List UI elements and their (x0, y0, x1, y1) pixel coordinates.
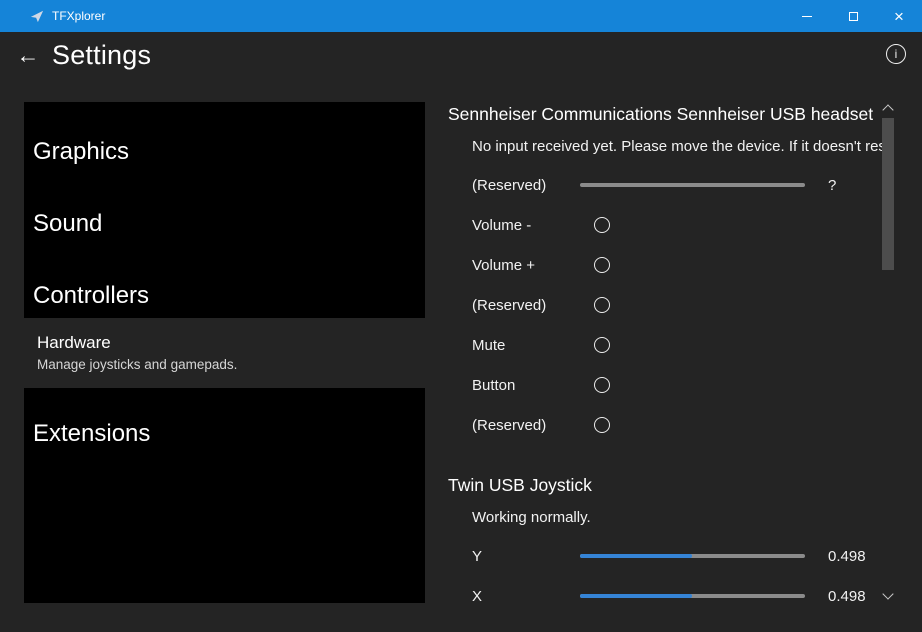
control-label: Volume + (472, 257, 592, 274)
titlebar: TFXplorer × (0, 0, 922, 32)
device-status: Working normally. (472, 508, 882, 528)
sidebar-item-hardware[interactable]: Hardware Manage joysticks and gamepads. (24, 318, 425, 388)
control-label: Mute (472, 337, 592, 354)
page-title: Settings (52, 40, 151, 71)
control-row: Button (472, 365, 882, 405)
axis-slider-track (580, 594, 805, 598)
control-label: X (472, 588, 580, 605)
hardware-device-panel: Sennheiser Communications Sennheiser USB… (448, 102, 882, 616)
button-state-indicator (594, 257, 610, 273)
sidebar-item-label: Hardware (37, 332, 416, 354)
scrollbar-thumb[interactable] (882, 118, 894, 270)
control-row: (Reserved) (472, 405, 882, 445)
axis-slider-track (580, 183, 805, 187)
close-icon: × (894, 8, 904, 25)
control-label: (Reserved) (472, 417, 592, 434)
settings-category-list: Graphics Sound Controllers Hardware Mana… (24, 102, 425, 603)
control-label: Button (472, 377, 592, 394)
control-row: (Reserved) (472, 285, 882, 325)
app-icon (30, 9, 44, 23)
scroll-up-icon[interactable] (882, 104, 893, 115)
control-label: (Reserved) (472, 297, 592, 314)
device-status: No input received yet. Please move the d… (472, 137, 882, 157)
device-name: Twin USB Joystick (448, 473, 882, 498)
info-button[interactable]: i (885, 43, 907, 65)
button-state-indicator (594, 377, 610, 393)
control-label: Y (472, 548, 580, 565)
app-window: TFXplorer × ← Settings i Graphics Sound … (0, 0, 922, 632)
back-button[interactable]: ← (13, 40, 43, 70)
control-value: ? (828, 177, 882, 194)
maximize-icon (849, 12, 858, 21)
control-value: 0.498 (828, 588, 882, 605)
control-label: Volume - (472, 217, 592, 234)
vertical-scrollbar[interactable] (880, 102, 896, 602)
button-state-indicator (594, 217, 610, 233)
category-group: Graphics Sound Controllers (24, 102, 425, 318)
category-group: Extensions (24, 388, 425, 603)
control-row: Mute (472, 325, 882, 365)
axis-slider-fill (580, 594, 692, 598)
control-label: (Reserved) (472, 177, 580, 194)
button-state-indicator (594, 417, 610, 433)
sidebar-item-controllers[interactable]: Controllers (24, 260, 425, 318)
sidebar-item-extensions[interactable]: Extensions (24, 398, 425, 470)
info-icon: i (886, 44, 906, 64)
control-row: X 0.498 (472, 576, 882, 616)
sidebar-item-graphics[interactable]: Graphics (24, 116, 425, 188)
minimize-button[interactable] (784, 0, 830, 32)
control-row: Y 0.498 (472, 536, 882, 576)
device-section: Twin USB Joystick Working normally. Y 0.… (448, 473, 882, 616)
control-row: Volume - (472, 205, 882, 245)
device-section: Sennheiser Communications Sennheiser USB… (448, 102, 882, 445)
control-row: (Reserved) ? (472, 165, 882, 205)
window-title: TFXplorer (52, 9, 105, 23)
button-state-indicator (594, 297, 610, 313)
close-button[interactable]: × (876, 0, 922, 32)
sidebar-item-description: Manage joysticks and gamepads. (37, 356, 416, 374)
control-row: Volume + (472, 245, 882, 285)
axis-slider-fill (580, 554, 692, 558)
maximize-button[interactable] (830, 0, 876, 32)
caption-buttons: × (784, 0, 922, 32)
button-state-indicator (594, 337, 610, 353)
sidebar-item-sound[interactable]: Sound (24, 188, 425, 260)
device-name: Sennheiser Communications Sennheiser USB… (448, 102, 882, 127)
scroll-down-icon[interactable] (882, 588, 893, 599)
axis-slider-track (580, 554, 805, 558)
control-value: 0.498 (828, 548, 882, 565)
minimize-icon (802, 16, 812, 17)
